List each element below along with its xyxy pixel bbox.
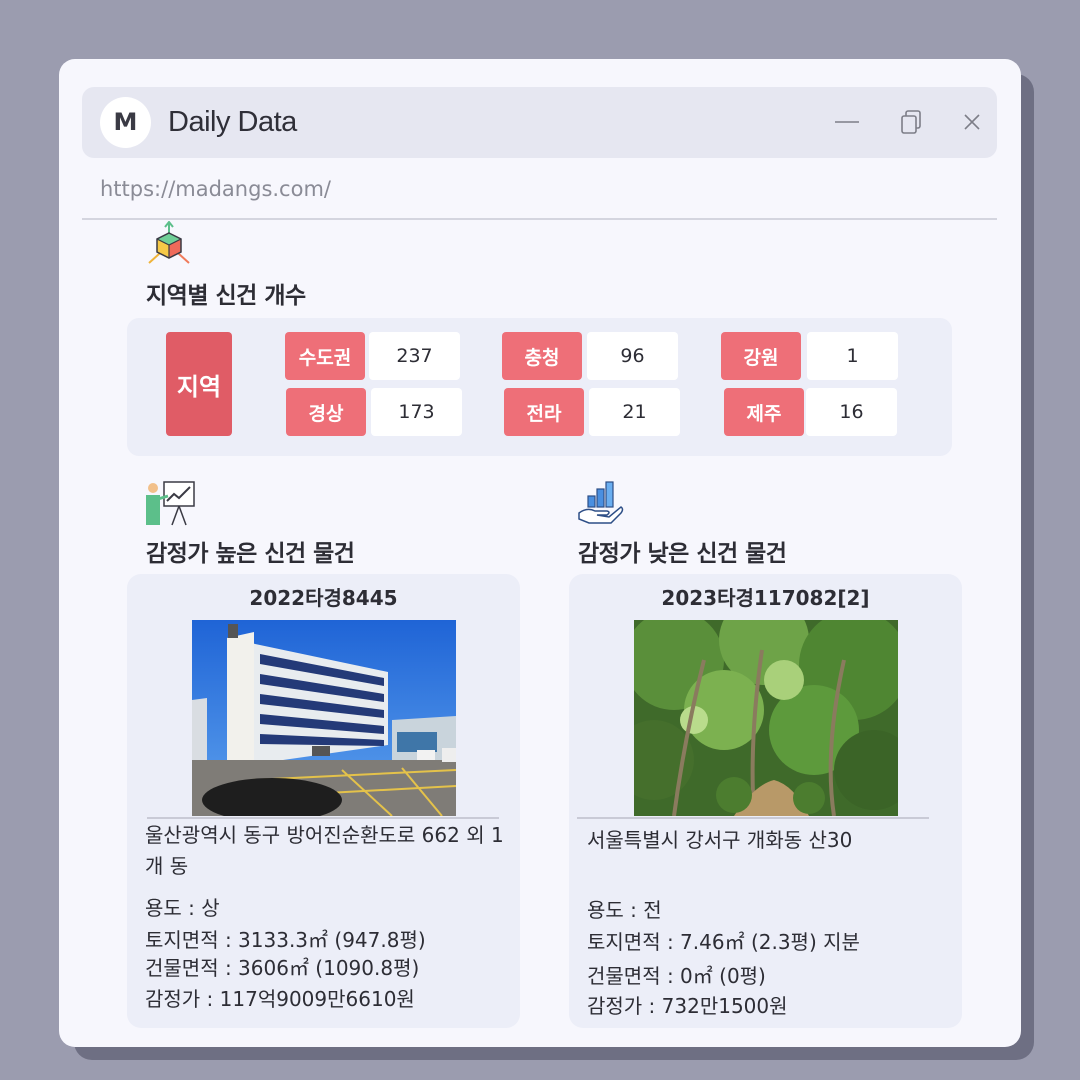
hand-bar-chart-icon	[577, 479, 625, 532]
region-label-capital: 수도권	[285, 332, 365, 380]
app-window: M Daily Data https://madangs.com/ 지역별 신건…	[59, 59, 1021, 1047]
app-logo: M	[100, 97, 151, 148]
region-label-jeju: 제주	[724, 388, 804, 436]
minimize-button[interactable]	[830, 105, 864, 139]
region-count-chungcheong: 96	[587, 332, 678, 380]
region-label-gangwon: 강원	[721, 332, 801, 380]
property-photo-forest	[634, 620, 898, 816]
property-building-area: 건물면적 : 3606㎡ (1090.8평)	[145, 956, 420, 980]
region-count-jeju: 16	[806, 388, 897, 436]
region-count-capital: 237	[369, 332, 460, 380]
region-count-gyeongsang: 173	[371, 388, 462, 436]
property-building-area: 건물면적 : 0㎡ (0평)	[587, 964, 766, 988]
region-header: 지역	[166, 332, 232, 436]
close-button[interactable]	[955, 105, 989, 139]
case-number[interactable]: 2023타경117082[2]	[569, 582, 962, 611]
region-section-title: 지역별 신건 개수	[146, 283, 306, 309]
property-usage: 용도 : 상	[145, 896, 220, 920]
property-land-area: 토지면적 : 7.46㎡ (2.3평) 지분	[587, 930, 860, 954]
region-label-jeolla: 전라	[504, 388, 584, 436]
presentation-chart-icon	[144, 479, 196, 534]
divider	[82, 218, 997, 220]
title-bar: M Daily Data	[82, 87, 997, 158]
minimize-icon	[835, 121, 859, 123]
high-appraisal-card[interactable]: 2022타경8445 울산광역시 동구 방어진순환도로 662 외 1개 동 용…	[127, 574, 520, 1028]
address-bar[interactable]: https://madangs.com/	[100, 177, 331, 201]
case-number[interactable]: 2022타경8445	[127, 582, 520, 611]
region-label-chungcheong: 충청	[502, 332, 582, 380]
region-count-jeolla: 21	[589, 388, 680, 436]
close-icon	[964, 114, 980, 130]
photo-divider	[577, 817, 929, 819]
property-photo-building	[192, 620, 456, 816]
low-appraisal-card[interactable]: 2023타경117082[2] 서울특별시 강서구 개화동 산30 용도: 전…	[569, 574, 962, 1028]
property-appraisal: 감정가 : 117억9009만6610원	[145, 987, 415, 1011]
region-label-gyeongsang: 경상	[286, 388, 366, 436]
region-count-gangwon: 1	[807, 332, 898, 380]
restore-icon	[901, 110, 921, 134]
restore-button[interactable]	[895, 105, 929, 139]
high-section-title: 감정가 높은 신건 물건	[146, 541, 355, 567]
photo-divider	[147, 817, 499, 819]
cube-axes-icon	[145, 220, 193, 274]
low-section-title: 감정가 낮은 신건 물건	[578, 541, 787, 567]
property-address: 울산광역시 동구 방어진순환도로 662 외 1개 동	[145, 823, 504, 878]
property-appraisal: 감정가 : 732만1500원	[587, 994, 788, 1018]
property-usage: 용도 : 전	[587, 898, 662, 922]
app-title: Daily Data	[168, 106, 297, 138]
property-address: 서울특별시 강서구 개화동 산30	[587, 828, 853, 852]
property-land-area: 토지면적 : 3133.3㎡ (947.8평)	[145, 928, 426, 952]
